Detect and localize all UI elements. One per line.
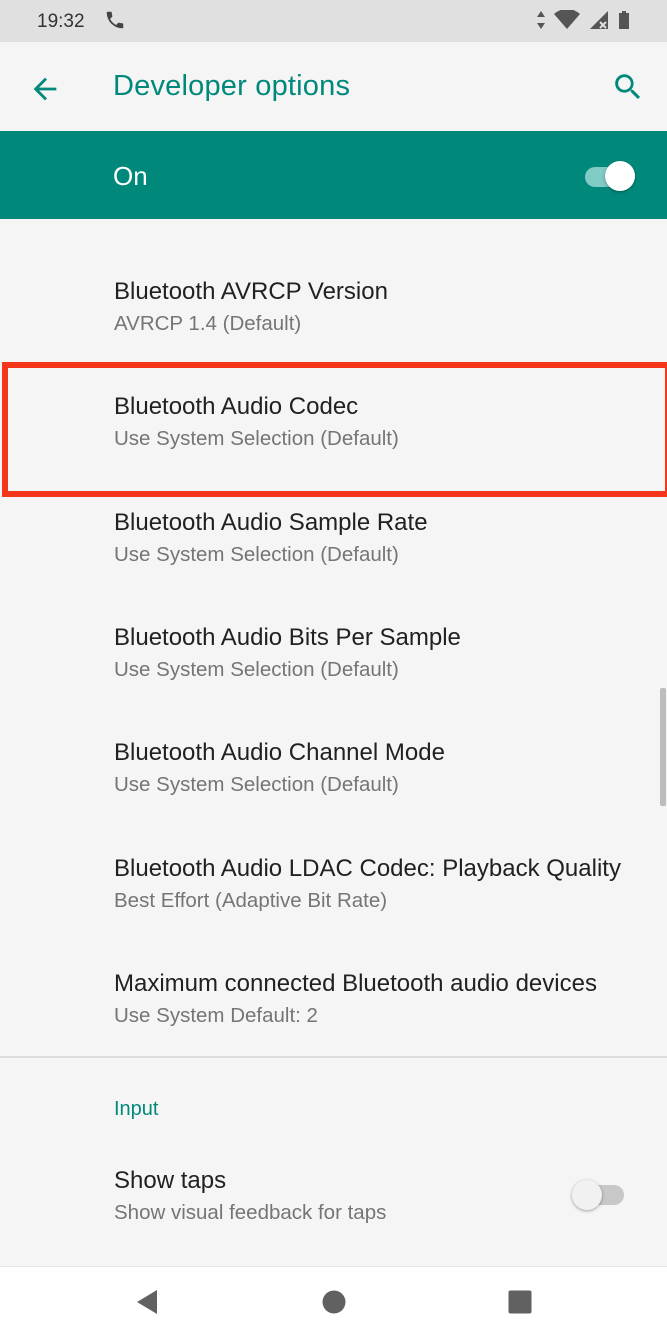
pref-bluetooth-audio-bits-per-sample[interactable]: Bluetooth Audio Bits Per Sample Use Syst… [0,565,667,681]
developer-options-master-bar[interactable]: On [0,131,667,219]
status-bar: 19:32 [0,0,667,42]
pref-summary: Best Effort (Adaptive Bit Rate) [114,889,388,912]
nav-back-icon[interactable] [133,1287,163,1317]
nav-home-icon[interactable] [319,1287,349,1317]
nav-recents-icon[interactable] [505,1287,535,1317]
pref-max-bluetooth-audio-devices[interactable]: Maximum connected Bluetooth audio device… [0,911,667,1027]
pref-summary: Use System Selection (Default) [114,658,399,681]
pref-title: Bluetooth Audio Channel Mode [114,739,445,766]
pref-summary: Show visual feedback for taps [114,1201,387,1224]
pref-title: Bluetooth Audio Bits Per Sample [114,624,461,651]
section-divider [0,1056,667,1058]
status-icons [536,8,630,35]
pref-summary: Use System Selection (Default) [114,543,399,566]
signal-icon [588,10,610,35]
switch-thumb [572,1180,602,1210]
data-arrows-icon [536,10,546,35]
back-arrow-icon[interactable] [28,72,62,106]
pref-summary: Use System Default: 2 [114,1004,318,1027]
search-icon[interactable] [611,70,645,104]
pref-title: Maximum connected Bluetooth audio device… [114,970,597,997]
wifi-icon [554,8,580,35]
page-title: Developer options [113,70,351,102]
highlight-box [2,362,667,497]
pref-bluetooth-audio-channel-mode[interactable]: Bluetooth Audio Channel Mode Use System … [0,680,667,796]
battery-icon [618,10,630,35]
pref-show-taps[interactable]: Show taps Show visual feedback for taps [0,1108,667,1224]
pref-bluetooth-avrcp-version[interactable]: Bluetooth AVRCP Version AVRCP 1.4 (Defau… [0,219,667,335]
show-taps-toggle-switch[interactable] [572,1180,626,1210]
app-bar: Developer options [0,42,667,131]
pref-title: Bluetooth AVRCP Version [114,278,388,305]
phone-call-icon [104,9,126,36]
navigation-bar [0,1266,667,1335]
master-toggle-switch[interactable] [585,161,635,191]
pref-summary: AVRCP 1.4 (Default) [114,312,302,335]
pref-title: Show taps [114,1167,227,1194]
pref-title: Bluetooth Audio Sample Rate [114,509,428,536]
master-switch-label: On [113,161,148,191]
pref-summary: Use System Selection (Default) [114,773,399,796]
pref-bluetooth-ldac-playback-quality[interactable]: Bluetooth Audio LDAC Codec: Playback Qua… [0,796,667,912]
switch-thumb [605,161,635,191]
scrollbar[interactable] [660,688,666,806]
status-time: 19:32 [37,11,85,32]
pref-title: Bluetooth Audio LDAC Codec: Playback Qua… [114,855,621,882]
